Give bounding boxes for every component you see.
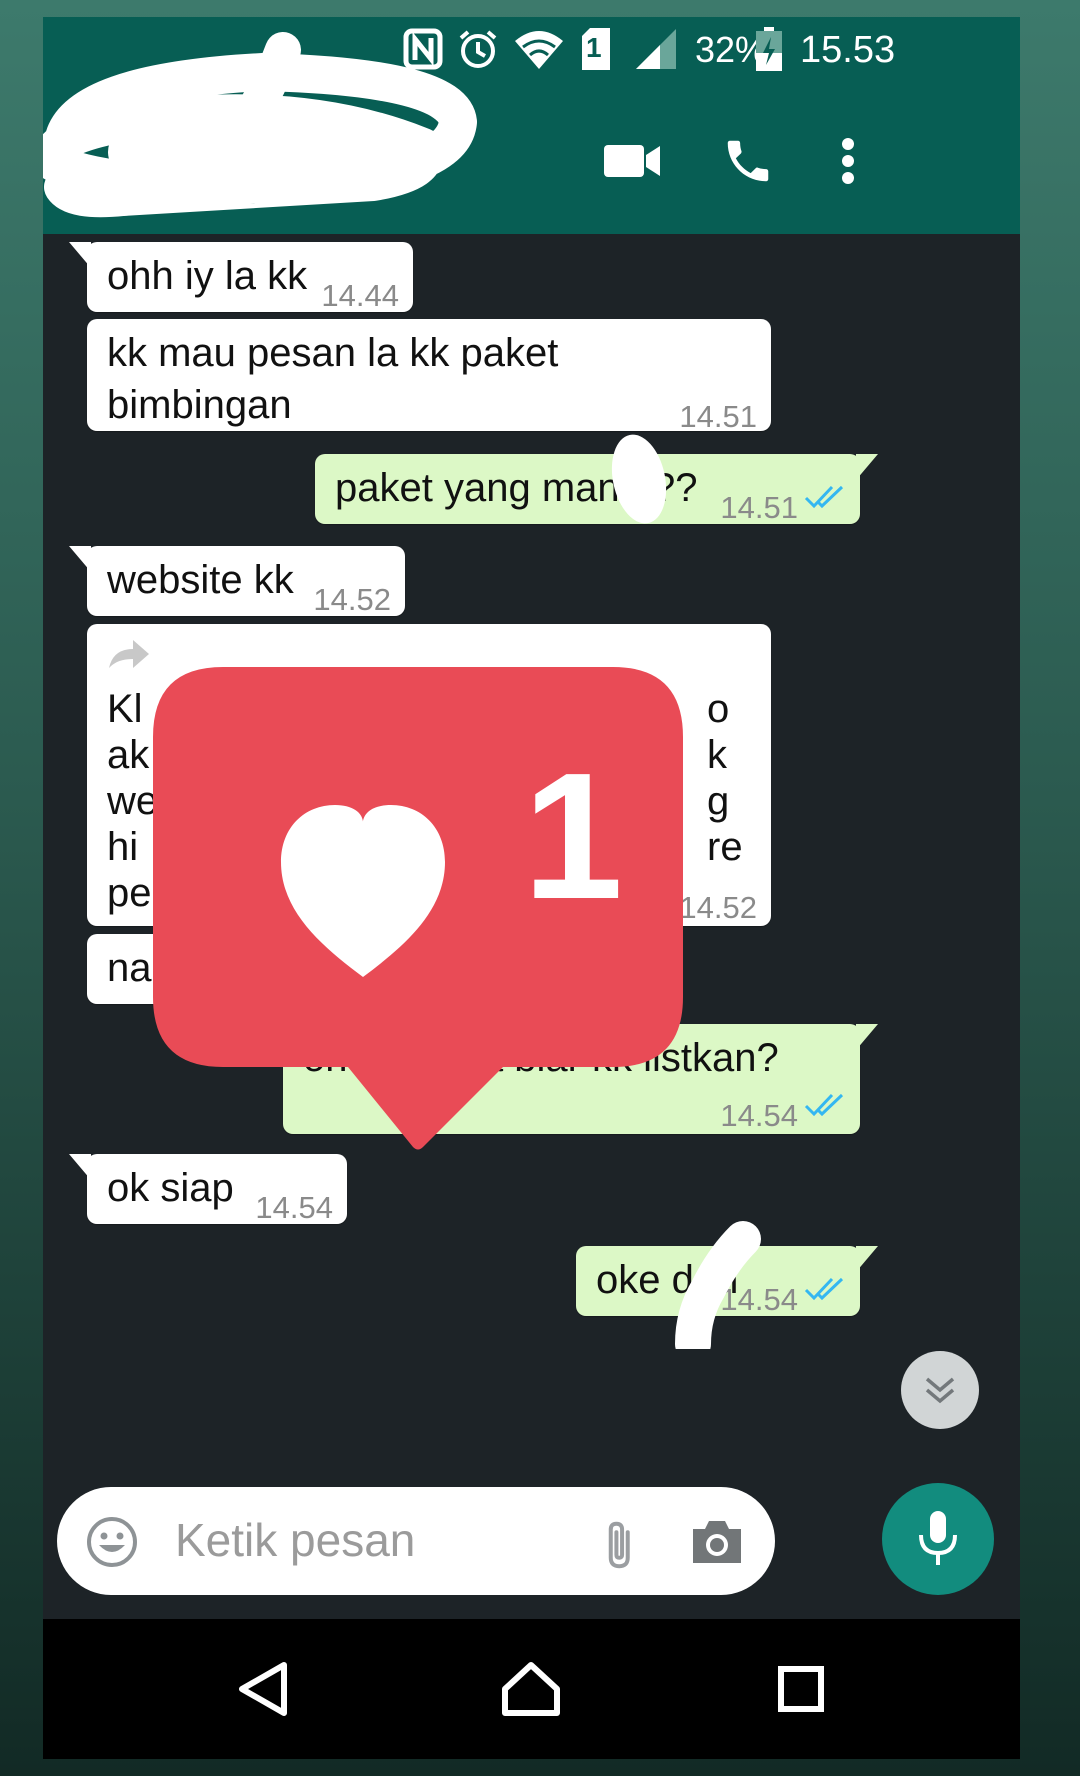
message-text: ok siap <box>107 1166 234 1210</box>
microphone-icon <box>919 1511 957 1565</box>
read-ticks-icon <box>804 1277 844 1301</box>
attach-icon[interactable] <box>587 1517 643 1573</box>
more-vert-icon[interactable] <box>808 121 888 201</box>
emoji-icon[interactable] <box>85 1515 139 1569</box>
redaction-blob <box>675 1221 761 1349</box>
message-bubble-outgoing[interactable]: paket yang mana ?? 14.51 <box>315 454 878 525</box>
phone-call-icon[interactable] <box>708 121 788 201</box>
message-bubble-incoming[interactable]: website kk 14.52 <box>69 546 405 617</box>
read-ticks-icon <box>804 485 844 509</box>
read-ticks-icon <box>804 1093 844 1117</box>
signal-icon <box>631 27 681 71</box>
message-input-placeholder[interactable]: Ketik pesan <box>175 1513 415 1567</box>
sim-icon: 1 <box>575 27 617 71</box>
chevron-double-down-icon <box>925 1377 955 1404</box>
status-bar: 1 32% 15.53 <box>43 17 1020 81</box>
message-time: 14.51 <box>679 399 757 434</box>
message-time: 14.54 <box>255 1190 333 1225</box>
recents-icon[interactable] <box>756 1649 846 1729</box>
like-notification-badge <box>153 667 683 1150</box>
message-bubble-incoming[interactable]: ohh iy la kk 14.44 <box>69 242 413 313</box>
chat-header <box>43 81 1020 234</box>
camera-icon[interactable] <box>689 1517 745 1567</box>
sim-slot-number: 1 <box>586 32 602 63</box>
scroll-to-bottom-button[interactable] <box>901 1351 979 1429</box>
battery-icon <box>753 27 785 71</box>
message-text: ohh iy la kk <box>107 254 308 298</box>
video-call-icon[interactable] <box>593 121 673 201</box>
message-text: website kk <box>107 558 294 602</box>
phone-screen: 1 32% 15.53 ohh iy la kk 14.44 kk mau pe… <box>43 17 1020 1759</box>
message-time: 14.51 <box>720 490 798 525</box>
wifi-icon <box>509 27 569 71</box>
message-text: Kl ak we hi pe <box>107 687 159 915</box>
message-bubble-incoming[interactable]: kk mau pesan la kk paket bimbingan 14.51 <box>87 319 771 434</box>
home-icon[interactable] <box>486 1649 576 1729</box>
message-time: 14.44 <box>321 278 399 313</box>
clock: 15.53 <box>800 29 896 71</box>
system-navigation-bar <box>43 1619 1020 1759</box>
message-composer[interactable]: Ketik pesan <box>57 1487 775 1595</box>
forward-icon <box>109 640 149 668</box>
nfc-icon <box>399 27 447 71</box>
message-time: 14.52 <box>313 582 391 617</box>
back-icon[interactable] <box>218 1649 308 1729</box>
notification-count: 1 <box>523 736 624 937</box>
voice-message-button[interactable] <box>882 1483 994 1595</box>
message-text: kk mau pesan la kk paket bimbingan <box>107 331 559 427</box>
alarm-icon <box>453 27 503 71</box>
